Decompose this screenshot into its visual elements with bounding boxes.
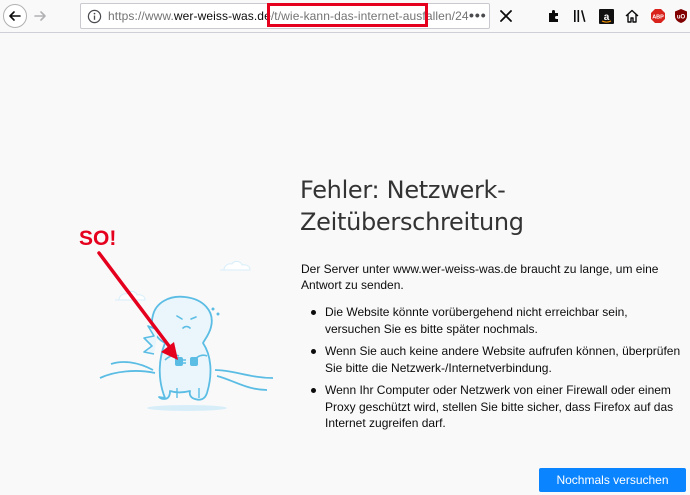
list-item: Die Website könnte vorübergehend nicht e… [311, 304, 686, 337]
error-intro-text: Der Server unter www.wer-weiss-was.de br… [301, 262, 659, 292]
cloud-right [220, 261, 251, 271]
adblock-plus-icon[interactable]: ABP [649, 7, 667, 25]
browser-toolbar: https://www.wer-weiss-was.de/t/wie-kann-… [0, 0, 690, 33]
error-suggestions-list: Die Website könnte vorübergehend nicht e… [311, 304, 686, 438]
cable-left [99, 361, 156, 379]
url-highlight-box [267, 3, 428, 27]
error-title: Fehler: Netzwerk-Zeitüberschreitung [300, 176, 524, 236]
retry-button[interactable]: Nochmals versuchen [539, 468, 686, 492]
ublock-origin-icon[interactable]: uO [672, 7, 690, 25]
cable-right [214, 369, 274, 391]
url-prefix: https://www. [108, 9, 174, 23]
list-item: Wenn Ihr Computer oder Netzwerk von eine… [311, 382, 686, 432]
back-button[interactable] [3, 4, 27, 28]
url-domain: wer-weiss-was.de [173, 9, 271, 23]
annotation-label: SO! [79, 227, 117, 250]
svg-text:uO: uO [677, 15, 686, 21]
url-bar[interactable]: https://www.wer-weiss-was.de/t/wie-kann-… [80, 3, 490, 29]
info-icon[interactable] [87, 9, 102, 24]
stop-icon[interactable] [496, 6, 516, 26]
extensions-icon[interactable] [545, 7, 563, 25]
svg-text:ABP: ABP [652, 15, 664, 21]
amazon-icon[interactable]: a [597, 7, 615, 25]
list-item: Wenn Sie auch keine andere Website aufru… [311, 343, 686, 376]
cloud-left [115, 291, 146, 301]
library-icon[interactable] [571, 7, 589, 25]
disconnected-dinosaur-illustration [99, 261, 274, 411]
arrow-right-icon [34, 11, 46, 21]
dinosaur-body [151, 295, 213, 401]
arrow-left-icon [9, 11, 21, 21]
forward-button[interactable] [28, 4, 52, 28]
home-icon[interactable] [623, 7, 641, 25]
page-actions-button[interactable]: ••• [469, 7, 487, 23]
